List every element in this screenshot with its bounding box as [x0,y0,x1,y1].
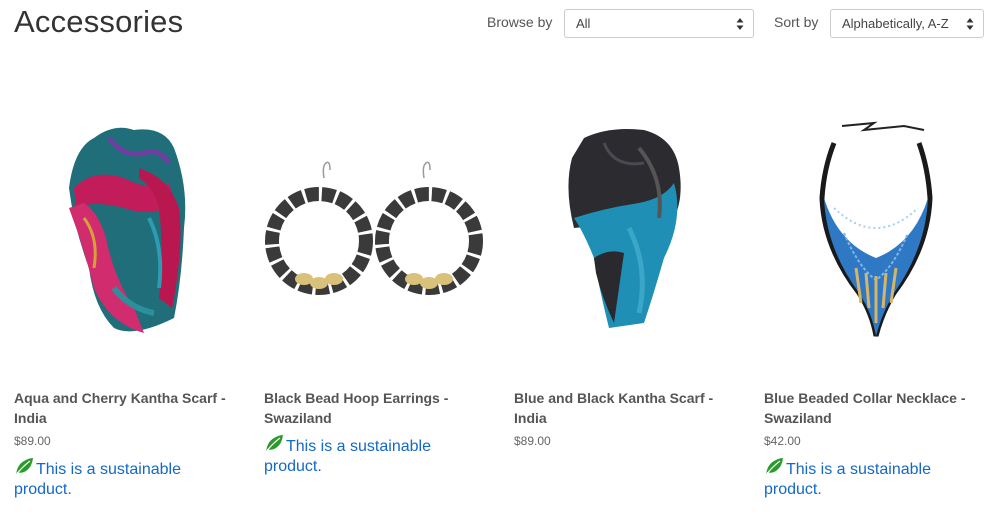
product-name[interactable]: Blue and Black Kantha Scarf - India [514,388,744,428]
sustainable-link[interactable]: This is a sustainable product. [764,457,984,500]
product-image-blue-black-scarf[interactable] [514,108,744,368]
leaf-icon [265,435,283,453]
browse-by-label: Browse by [487,14,553,30]
product-price: $89.00 [14,434,51,448]
product-card[interactable]: Blue Beaded Collar Necklace - Swaziland … [764,108,993,498]
leaf-icon [765,458,783,476]
product-name[interactable]: Aqua and Cherry Kantha Scarf - India [14,388,244,428]
page-title: Accessories [14,4,184,39]
product-price: $42.00 [764,434,801,448]
product-image-beaded-necklace[interactable] [764,108,993,368]
product-card[interactable]: Black Bead Hoop Earrings - Swaziland Thi… [264,108,494,475]
sustainable-text: This is a sustainable product. [14,461,181,498]
sort-by-select[interactable]: Alphabetically, A-Z [830,9,984,38]
browse-by-select[interactable]: All [564,9,754,38]
leaf-icon [15,458,33,476]
product-image-aqua-scarf[interactable] [14,108,244,368]
sort-by-label: Sort by [774,14,819,30]
updown-arrows-icon [966,18,974,30]
browse-by-value: All [576,16,591,31]
sort-by-value: Alphabetically, A-Z [842,16,949,31]
product-card[interactable]: Blue and Black Kantha Scarf - India $89.… [514,108,744,448]
sustainable-link[interactable]: This is a sustainable product. [264,434,484,477]
product-price: $89.00 [514,434,551,448]
product-name[interactable]: Black Bead Hoop Earrings - Swaziland [264,388,494,428]
product-name[interactable]: Blue Beaded Collar Necklace - Swaziland [764,388,993,428]
sustainable-text: This is a sustainable product. [264,438,431,475]
sustainable-text: This is a sustainable product. [764,461,931,498]
product-image-hoop-earrings[interactable] [264,108,494,368]
sustainable-link[interactable]: This is a sustainable product. [14,457,234,500]
product-card[interactable]: Aqua and Cherry Kantha Scarf - India $89… [14,108,244,498]
updown-arrows-icon [736,18,744,30]
